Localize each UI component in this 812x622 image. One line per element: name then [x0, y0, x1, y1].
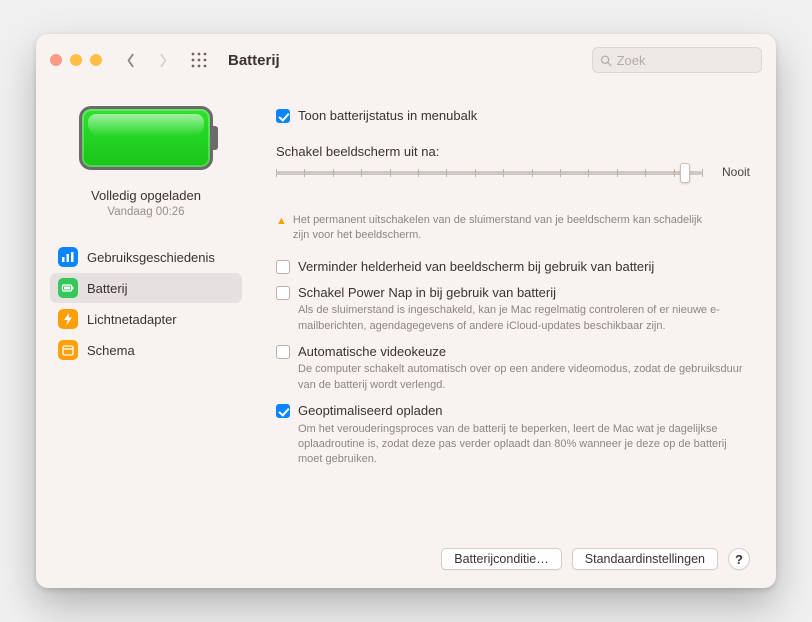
sidebar-nav: Gebruiksgeschiedenis Batterij Lichtnetad…	[50, 242, 242, 365]
search-input[interactable]	[617, 53, 754, 68]
window-title: Batterij	[228, 52, 280, 69]
checkbox[interactable]	[276, 286, 290, 300]
sidebar-item-schedule[interactable]: Schema	[50, 335, 242, 365]
back-button[interactable]	[120, 49, 142, 71]
bolt-icon	[58, 309, 78, 329]
slider-warning: ▲ Het permanent uitschakelen van de slui…	[276, 213, 750, 243]
sidebar-item-battery[interactable]: Batterij	[50, 273, 242, 303]
slider-ticks	[276, 167, 702, 179]
checkbox[interactable]	[276, 109, 290, 123]
slider-warning-text: Het permanent uitschakelen van de sluime…	[293, 213, 702, 243]
option-dim-on-battery[interactable]: Verminder helderheid van beeldscherm bij…	[276, 259, 750, 275]
option-label: Toon batterijstatus in menubalk	[298, 108, 477, 124]
slider-max-label: Nooit	[722, 165, 750, 179]
chevron-left-icon	[126, 53, 136, 68]
option-label: Geoptimaliseerd opladen	[298, 403, 443, 419]
sidebar-item-power-adapter[interactable]: Lichtnetadapter	[50, 304, 242, 334]
sidebar-item-label: Gebruiksgeschiedenis	[87, 250, 215, 265]
sidebar-item-label: Schema	[87, 343, 135, 358]
close-window-button[interactable]	[50, 54, 62, 66]
sidebar-item-label: Lichtnetadapter	[87, 312, 177, 327]
sidebar-item-label: Batterij	[87, 281, 127, 296]
option-power-nap[interactable]: Schakel Power Nap in bij gebruik van bat…	[276, 285, 750, 301]
battery-icon	[58, 278, 78, 298]
battery-illustration	[79, 106, 213, 170]
forward-button[interactable]	[152, 49, 174, 71]
help-button[interactable]: ?	[728, 548, 750, 570]
option-show-in-menubar[interactable]: Toon batterijstatus in menubalk	[276, 108, 750, 124]
system-prefs-window: Batterij Volledig opgeladen Vandaag 00:2…	[36, 34, 776, 588]
search-field[interactable]	[592, 47, 762, 73]
content-pane: Toon batterijstatus in menubalk Schakel …	[256, 86, 776, 588]
bars-icon	[58, 247, 78, 267]
search-icon	[600, 54, 612, 67]
battery-status-time: Vandaag 00:26	[107, 206, 184, 218]
display-off-slider[interactable]: Nooit	[276, 165, 750, 207]
battery-status: Volledig opgeladen	[91, 188, 201, 203]
option-description: Als de sluimerstand is ingeschakeld, kan…	[298, 303, 750, 334]
option-label: Verminder helderheid van beeldscherm bij…	[298, 259, 654, 275]
checkbox[interactable]	[276, 260, 290, 274]
window-controls	[50, 54, 102, 66]
footer: Batterijconditie… Standaardinstellingen …	[276, 534, 750, 570]
option-optimized-charging[interactable]: Geoptimaliseerd opladen	[276, 403, 750, 419]
toolbar: Batterij	[36, 34, 776, 86]
grid-icon	[190, 51, 208, 69]
option-auto-video[interactable]: Automatische videokeuze	[276, 344, 750, 360]
zoom-window-button[interactable]	[90, 54, 102, 66]
warning-icon: ▲	[276, 214, 287, 243]
minimize-window-button[interactable]	[70, 54, 82, 66]
checkbox[interactable]	[276, 345, 290, 359]
checkbox[interactable]	[276, 404, 290, 418]
battery-condition-button[interactable]: Batterijconditie…	[441, 548, 562, 570]
calendar-icon	[58, 340, 78, 360]
option-description: Om het verouderingsproces van de batteri…	[298, 422, 750, 468]
display-off-label: Schakel beeldscherm uit na:	[276, 144, 750, 159]
option-label: Automatische videokeuze	[298, 344, 446, 360]
restore-defaults-button[interactable]: Standaardinstellingen	[572, 548, 718, 570]
sidebar-item-usage-history[interactable]: Gebruiksgeschiedenis	[50, 242, 242, 272]
chevron-right-icon	[158, 53, 168, 68]
slider-thumb[interactable]	[680, 163, 690, 183]
sidebar: Volledig opgeladen Vandaag 00:26 Gebruik…	[36, 86, 256, 588]
show-all-button[interactable]	[184, 49, 214, 71]
option-label: Schakel Power Nap in bij gebruik van bat…	[298, 285, 556, 301]
option-description: De computer schakelt automatisch over op…	[298, 362, 750, 393]
